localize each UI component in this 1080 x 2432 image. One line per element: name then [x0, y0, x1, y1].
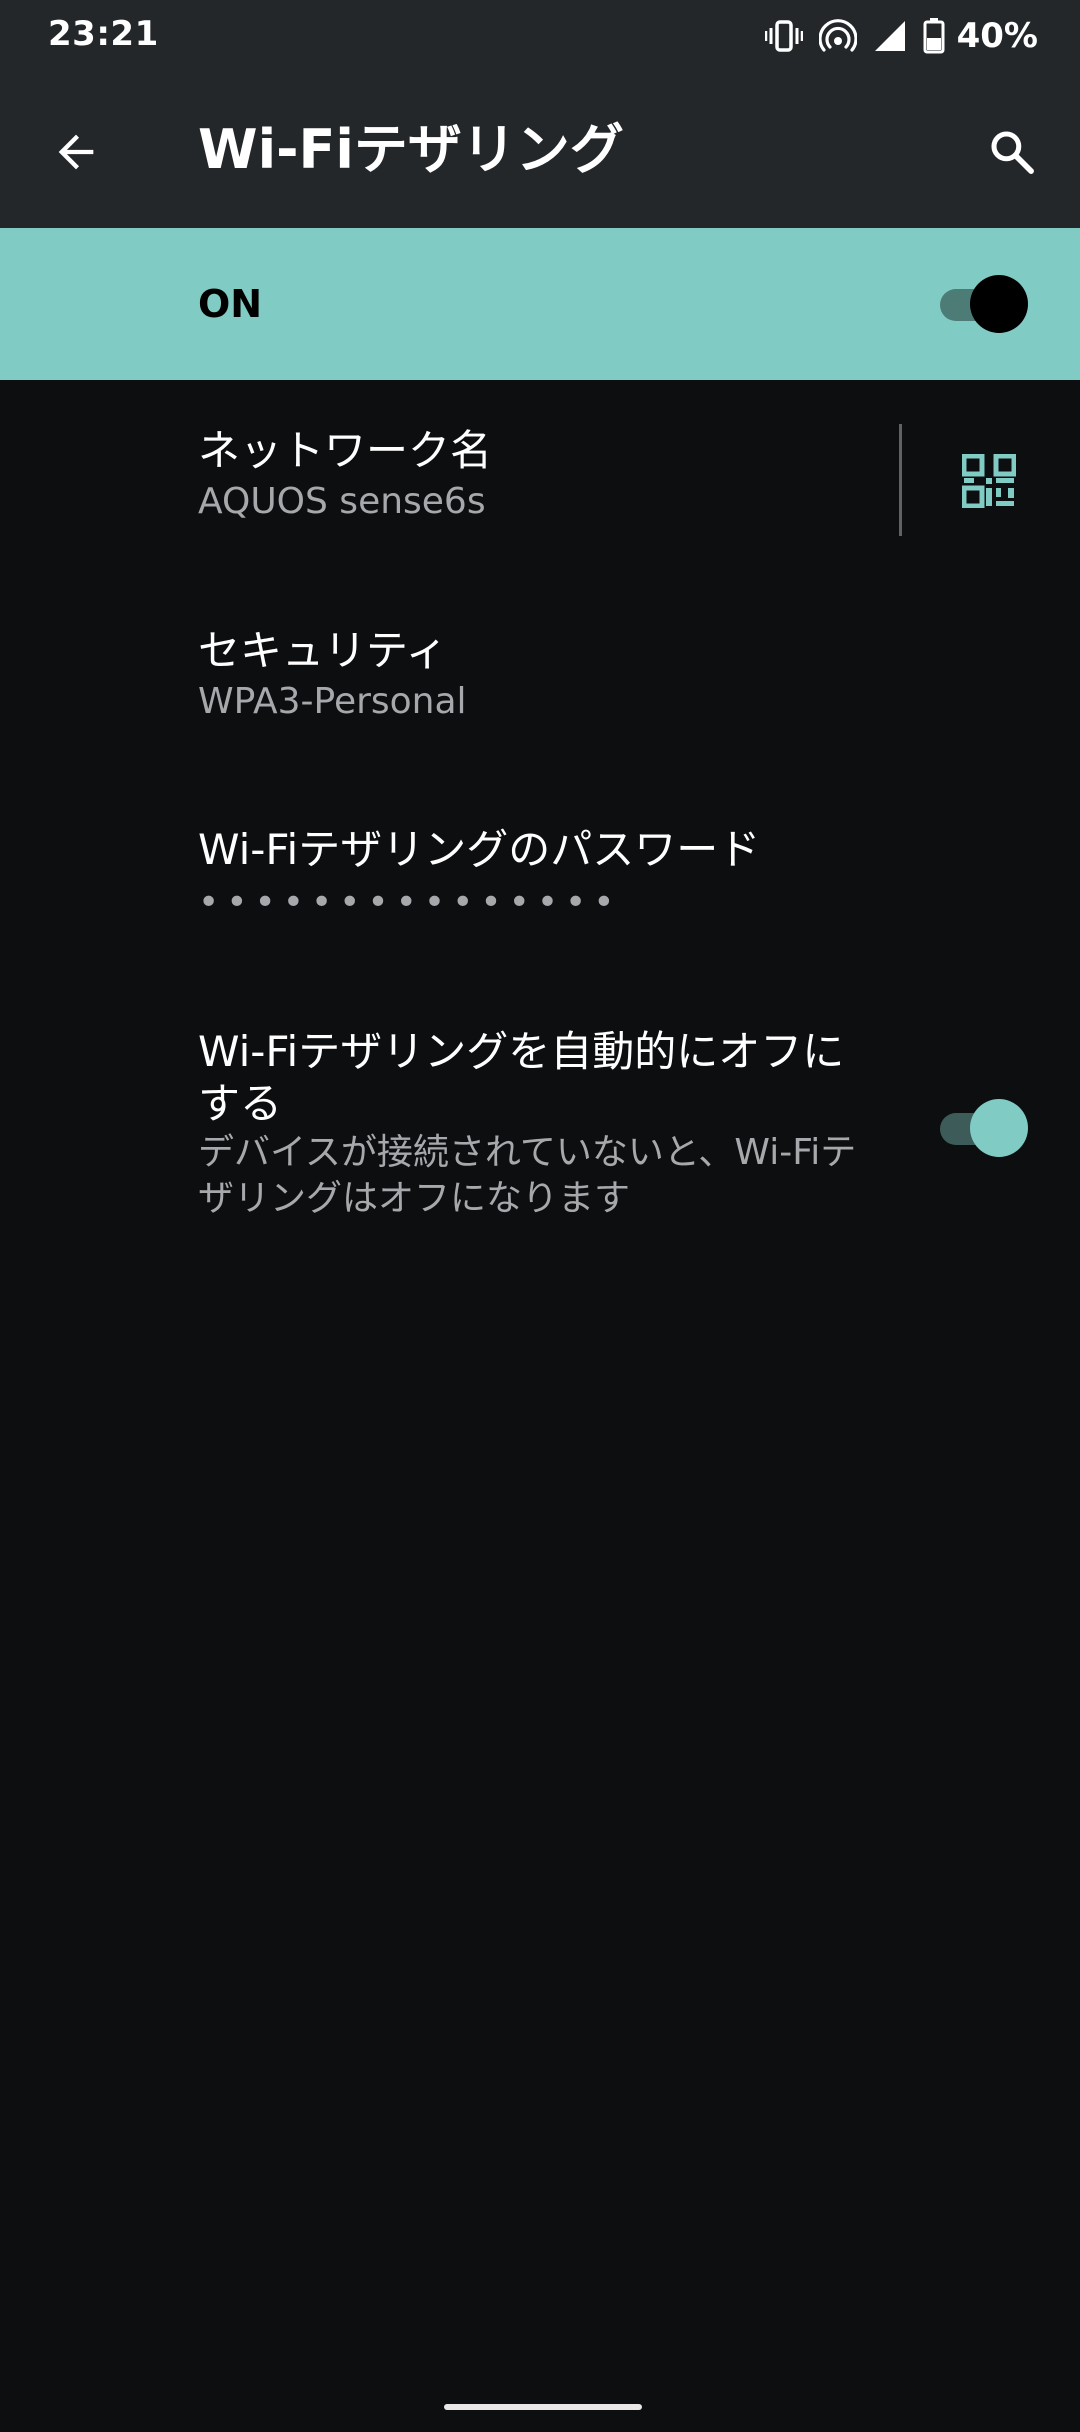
- master-switch-bar[interactable]: ON: [0, 228, 1080, 380]
- status-time: 23:21: [48, 14, 159, 54]
- network-name-preference[interactable]: ネットワーク名 AQUOS sense6s: [198, 424, 878, 526]
- hotspot-icon: [818, 19, 857, 53]
- password-masked-value: •••••••••••••••: [198, 882, 622, 923]
- password-preference[interactable]: Wi-Fiテザリングのパスワード •••••••••••••••: [198, 823, 958, 927]
- app-bar: Wi-Fiテザリング: [0, 72, 1080, 228]
- vibrate-icon: [764, 19, 803, 53]
- vertical-divider: [899, 424, 902, 536]
- switch-thumb: [970, 1099, 1028, 1157]
- status-icons: 40%: [764, 14, 1038, 58]
- search-icon: [991, 131, 1034, 174]
- arrow-back-icon: [58, 134, 94, 170]
- network-name-title: ネットワーク名: [198, 426, 493, 475]
- cell-signal-icon: [873, 19, 907, 53]
- qr-code-icon: [962, 454, 1016, 508]
- security-title: セキュリティ: [198, 626, 448, 675]
- switch-thumb: [970, 275, 1028, 333]
- auto-off-summary: デバイスが接続されていないと、Wi-Fiテザリングはオフになります: [198, 1132, 857, 1219]
- network-name-summary: AQUOS sense6s: [198, 481, 486, 522]
- security-summary: WPA3-Personal: [198, 681, 467, 722]
- battery-icon: [923, 18, 945, 54]
- qr-code-button[interactable]: [948, 440, 1030, 522]
- master-switch-label: ON: [198, 282, 263, 326]
- battery-percentage: 40%: [956, 16, 1038, 56]
- status-bar: 23:21 40%: [0, 0, 1080, 72]
- gesture-nav-handle[interactable]: [444, 2404, 642, 2410]
- security-preference[interactable]: セキュリティ WPA3-Personal: [198, 624, 898, 726]
- search-button[interactable]: [972, 112, 1052, 192]
- back-button[interactable]: [36, 112, 116, 192]
- password-title: Wi-Fiテザリングのパスワード: [198, 825, 761, 874]
- master-toggle-switch[interactable]: [936, 274, 1028, 334]
- page-title: Wi-Fiテザリング: [198, 118, 624, 181]
- auto-off-toggle-switch[interactable]: [936, 1098, 1028, 1158]
- auto-off-preference[interactable]: Wi-Fiテザリングを自動的にオフにする デバイスが接続されていないと、Wi-F…: [198, 1026, 878, 1222]
- auto-off-title: Wi-Fiテザリングを自動的にオフにする: [198, 1027, 845, 1128]
